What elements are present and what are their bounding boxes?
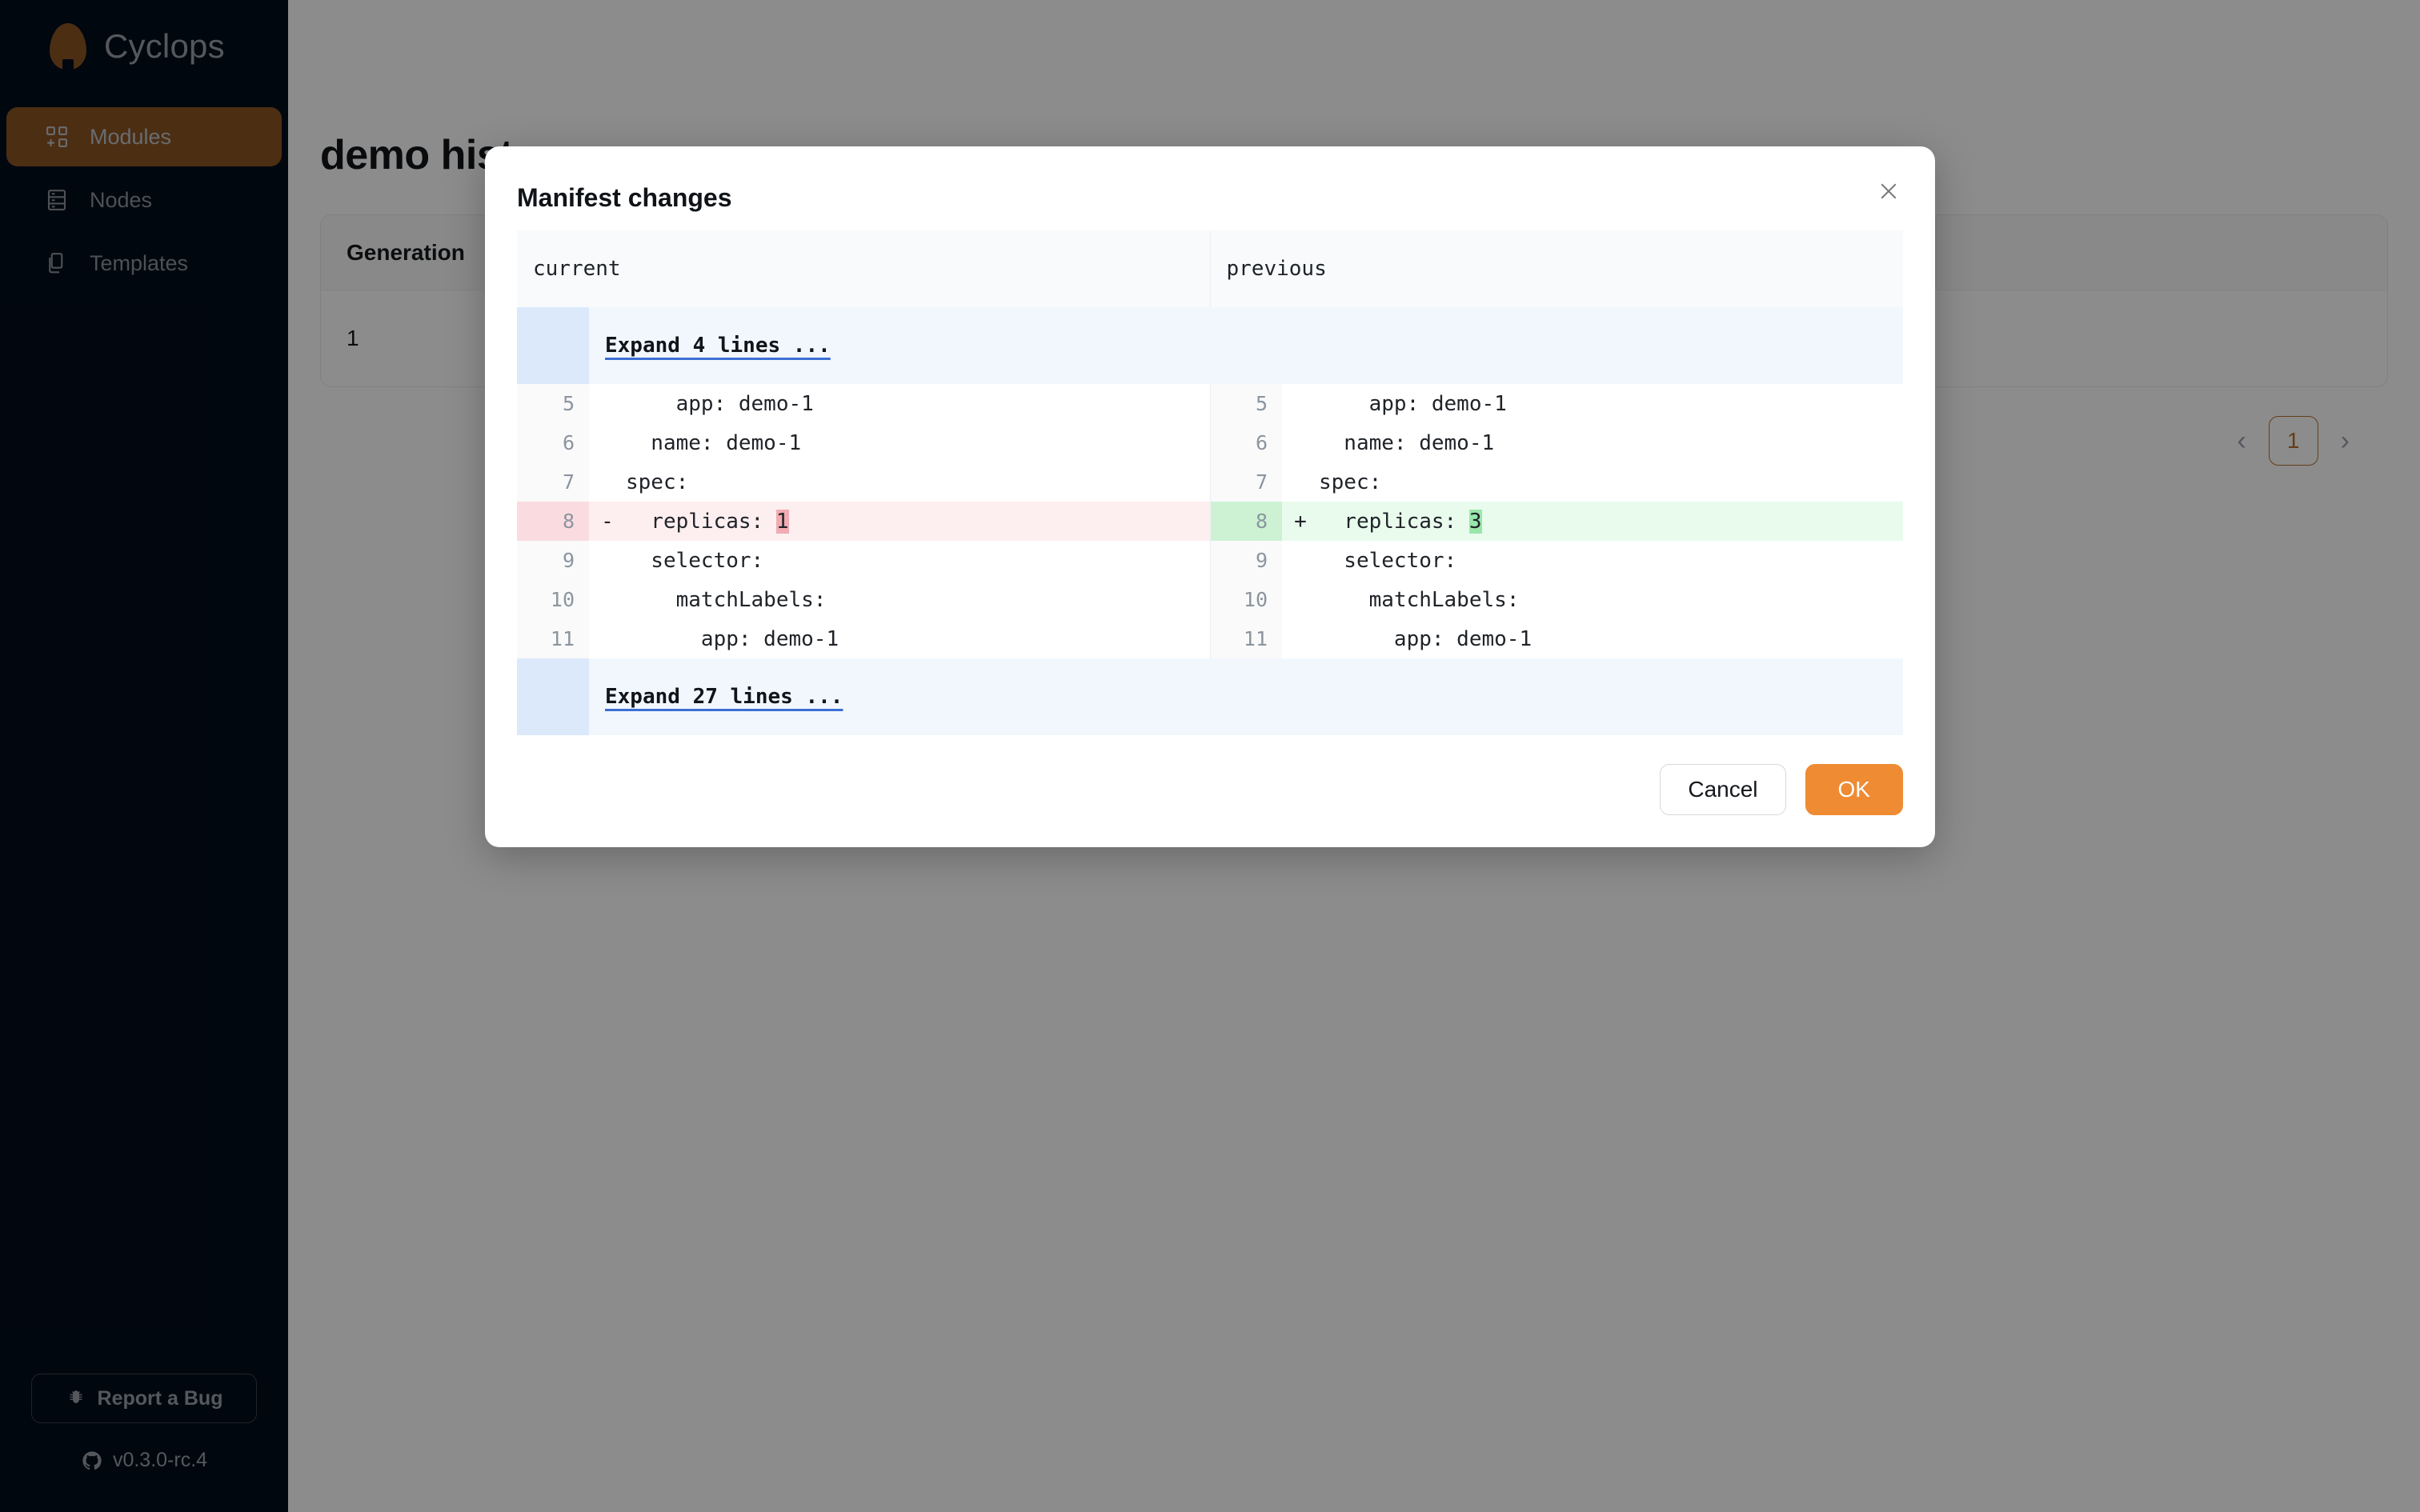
line-number-right: 11 [1209,619,1282,658]
line-number-left: 6 [517,423,589,462]
modal-footer: Cancel OK [485,735,1935,847]
line-number-right: 6 [1209,423,1282,462]
close-icon[interactable] [1871,174,1906,209]
diff-body: current previous Expand 4 lines ... 5 ap… [517,230,1903,735]
app-root: Cyclops Modules Nodes Templates Report a… [0,0,2420,1512]
sign-left: - [601,509,614,534]
code-text-right: selector: [1319,548,1457,573]
code-right: selector: [1282,541,1903,580]
line-number-right: 5 [1209,384,1282,423]
code-text-left: matchLabels: [626,587,827,612]
line-number-left: 7 [517,462,589,502]
line-number-left: 5 [517,384,589,423]
manifest-changes-dialog: Manifest changes current previous Expand… [485,146,1935,847]
expand-gutter [517,658,589,735]
line-number-left: 8 [517,502,589,541]
modal-header: Manifest changes [485,146,1935,230]
line-number-left: 10 [517,580,589,619]
line-number-right: 10 [1209,580,1282,619]
code-text-right: replicas: [1319,509,1469,534]
code-right: name: demo-1 [1282,423,1903,462]
sign-right: + [1294,509,1307,534]
code-left: name: demo-1 [589,423,1210,462]
code-text-left: app: demo-1 [626,391,814,416]
code-text-right: matchLabels: [1319,587,1520,612]
code-right: spec: [1282,462,1903,502]
expand-row-top[interactable]: Expand 4 lines ... [517,307,1903,384]
diff-line-5: 5 app: demo-1 5 app: demo-1 [517,384,1903,423]
diff-line-11: 11 app: demo-1 11 app: demo-1 [517,619,1903,658]
line-number-left: 9 [517,541,589,580]
expand-cell[interactable]: Expand 27 lines ... [589,658,1903,735]
code-text-left: selector: [626,548,764,573]
line-number-right: 8 [1209,502,1282,541]
diff-line-9: 9 selector: 9 selector: [517,541,1903,580]
code-left: matchLabels: [589,580,1210,619]
cancel-button[interactable]: Cancel [1660,764,1786,815]
code-text-left: replicas: [626,509,776,534]
code-text-right: spec: [1319,470,1382,494]
code-text-left: app: demo-1 [626,626,839,651]
code-right: matchLabels: [1282,580,1903,619]
diff-header-previous: previous [1209,230,1903,307]
modal-body: current previous Expand 4 lines ... 5 ap… [485,230,1935,735]
code-text-right: name: demo-1 [1319,430,1495,455]
code-right: app: demo-1 [1282,619,1903,658]
diff-viewer: current previous Expand 4 lines ... 5 ap… [517,230,1903,735]
code-text-left: name: demo-1 [626,430,802,455]
removed-value-highlight: 1 [775,509,789,534]
code-text-right: app: demo-1 [1319,391,1507,416]
code-right: + replicas: 3 [1282,502,1903,541]
code-right: app: demo-1 [1282,384,1903,423]
line-number-left: 11 [517,619,589,658]
code-left: app: demo-1 [589,384,1210,423]
diff-header-current: current [517,230,1210,307]
added-value-highlight: 3 [1468,509,1482,534]
diff-line-10: 10 matchLabels: 10 matchLabels: [517,580,1903,619]
code-left: selector: [589,541,1210,580]
code-left: - replicas: 1 [589,502,1210,541]
modal-title: Manifest changes [517,183,732,212]
expand-row-bottom[interactable]: Expand 27 lines ... [517,658,1903,735]
code-text-left: spec: [626,470,689,494]
ok-button[interactable]: OK [1805,764,1903,815]
code-text-right: app: demo-1 [1319,626,1533,651]
line-number-right: 7 [1209,462,1282,502]
diff-line-7: 7 spec: 7 spec: [517,462,1903,502]
code-left: spec: [589,462,1210,502]
code-left: app: demo-1 [589,619,1210,658]
diff-line-6: 6 name: demo-1 6 name: demo-1 [517,423,1903,462]
expand-gutter [517,307,589,384]
expand-4-lines-link[interactable]: Expand 4 lines ... [605,334,831,358]
expand-cell[interactable]: Expand 4 lines ... [589,307,1903,384]
expand-27-lines-link[interactable]: Expand 27 lines ... [605,685,843,709]
diff-header-row: current previous [517,230,1903,307]
diff-line-8-changed: 8 - replicas: 1 8 + replicas: 3 [517,502,1903,541]
line-number-right: 9 [1209,541,1282,580]
